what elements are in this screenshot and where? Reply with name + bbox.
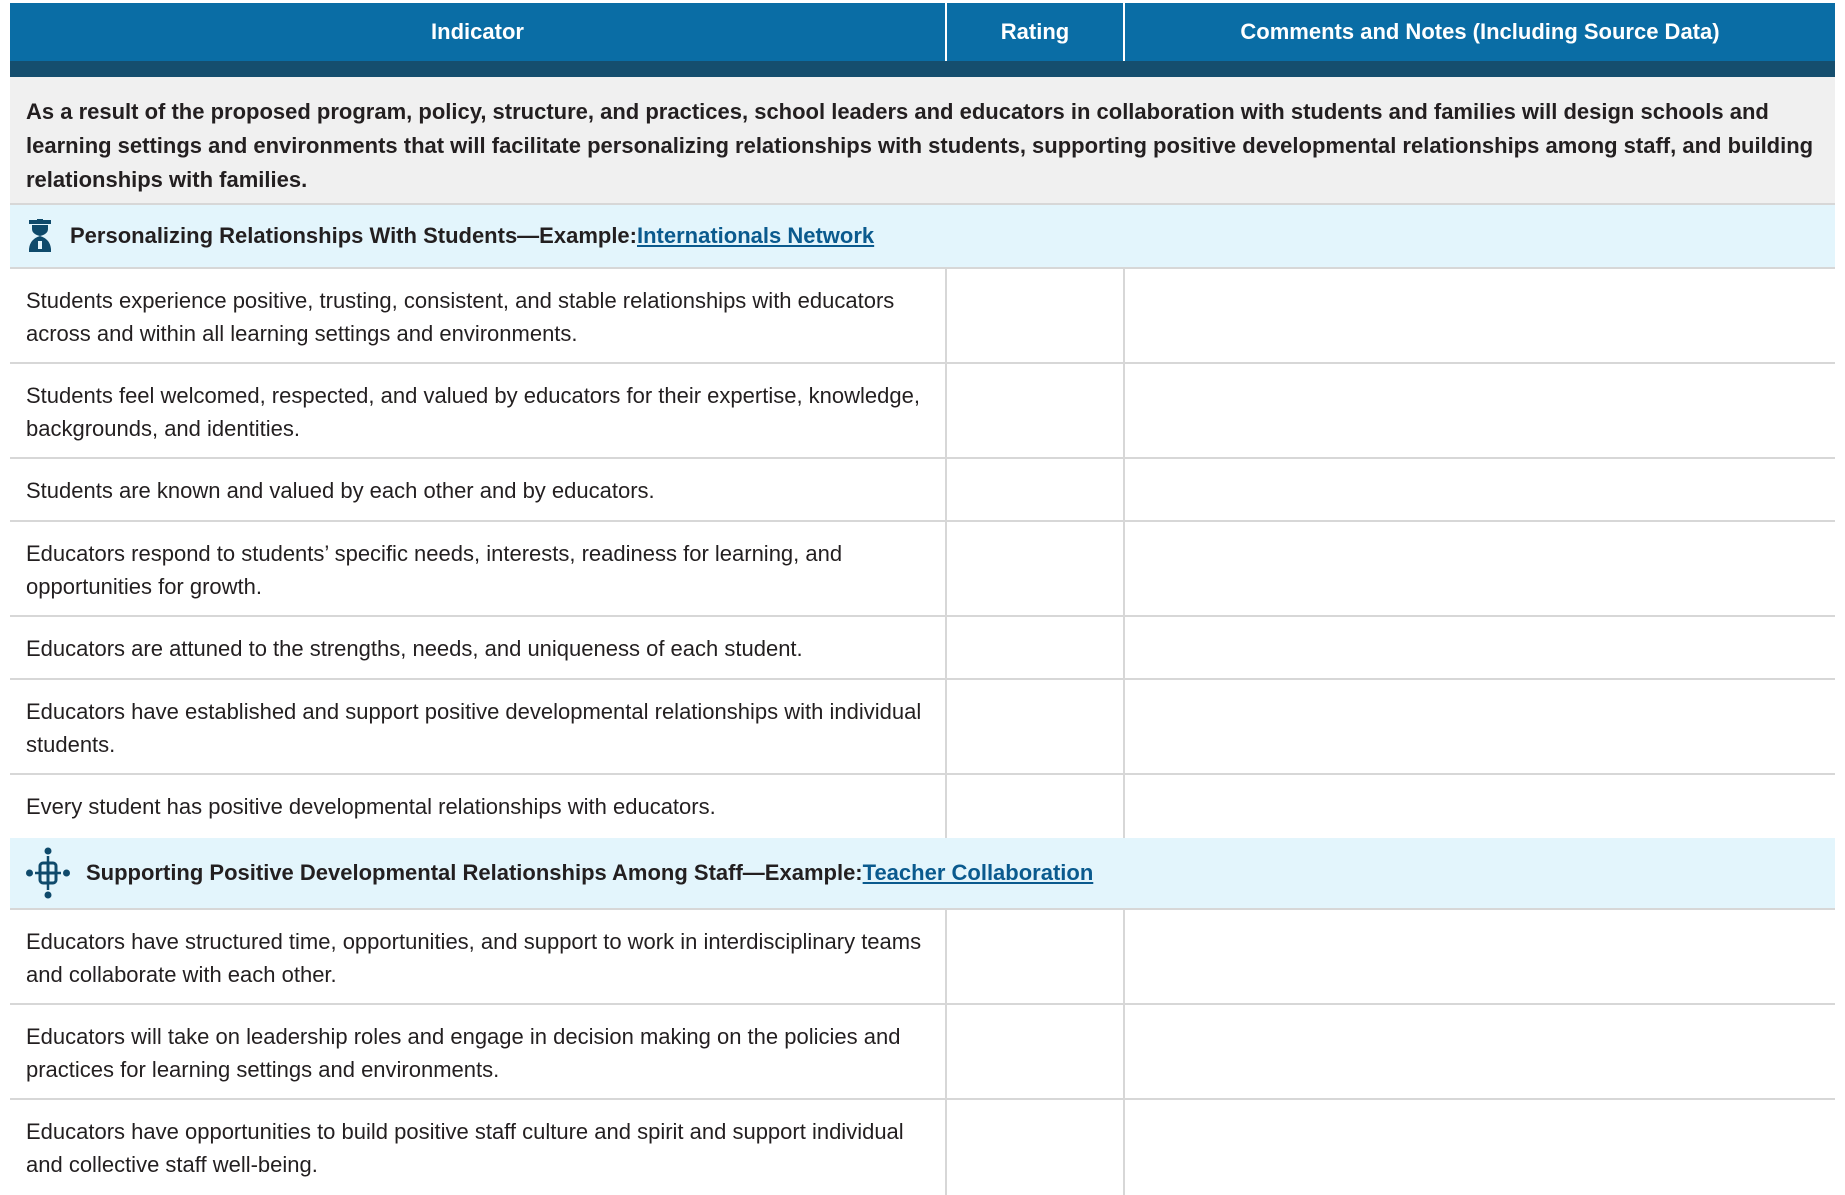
indicator-text: Students experience positive, trusting, … [10, 269, 947, 362]
table-row: Educators are attuned to the strengths, … [10, 617, 1835, 680]
indicator-text: Students feel welcomed, respected, and v… [10, 364, 947, 457]
comments-cell[interactable] [1125, 1005, 1835, 1098]
indicator-text: Educators respond to students’ specific … [10, 522, 947, 615]
header-rating: Rating [947, 3, 1125, 61]
indicator-text: Educators will take on leadership roles … [10, 1005, 947, 1098]
indicator-text: Educators have structured time, opportun… [10, 910, 947, 1003]
rating-cell[interactable] [947, 775, 1125, 838]
indicator-table: Indicator Rating Comments and Notes (Inc… [10, 3, 1835, 1195]
internationals-network-link[interactable]: Internationals Network [637, 223, 874, 249]
teacher-collaboration-link[interactable]: Teacher Collaboration [863, 860, 1094, 886]
rating-cell[interactable] [947, 1005, 1125, 1098]
table-row: Every student has positive developmental… [10, 775, 1835, 838]
rating-cell[interactable] [947, 269, 1125, 362]
section-title: Supporting Positive Developmental Relati… [86, 860, 863, 885]
comments-cell[interactable] [1125, 680, 1835, 773]
comments-cell[interactable] [1125, 1100, 1835, 1195]
indicator-text: Students are known and valued by each ot… [10, 459, 947, 520]
rating-cell[interactable] [947, 459, 1125, 520]
section-staff-relationships: Supporting Positive Developmental Relati… [10, 838, 1835, 910]
rating-cell[interactable] [947, 680, 1125, 773]
collaboration-icon [26, 847, 70, 899]
rating-cell[interactable] [947, 522, 1125, 615]
comments-cell[interactable] [1125, 459, 1835, 520]
table-header: Indicator Rating Comments and Notes (Inc… [10, 3, 1835, 61]
rating-cell[interactable] [947, 910, 1125, 1003]
header-indicator: Indicator [10, 3, 947, 61]
comments-cell[interactable] [1125, 364, 1835, 457]
graduate-icon [26, 219, 54, 253]
table-row: Students are known and valued by each ot… [10, 459, 1835, 522]
header-comments: Comments and Notes (Including Source Dat… [1240, 19, 1720, 44]
table-row: Educators have opportunities to build po… [10, 1100, 1835, 1195]
table-row: Students feel welcomed, respected, and v… [10, 364, 1835, 459]
indicator-text: Educators have opportunities to build po… [10, 1100, 947, 1195]
comments-cell[interactable] [1125, 617, 1835, 678]
table-row: Educators respond to students’ specific … [10, 522, 1835, 617]
intro-statement: As a result of the proposed program, pol… [10, 77, 1835, 205]
table-row: Educators will take on leadership roles … [10, 1005, 1835, 1100]
comments-cell[interactable] [1125, 522, 1835, 615]
indicator-text: Educators are attuned to the strengths, … [10, 617, 947, 678]
rating-cell[interactable] [947, 364, 1125, 457]
rating-cell[interactable] [947, 617, 1125, 678]
table-row: Students experience positive, trusting, … [10, 269, 1835, 364]
comments-cell[interactable] [1125, 775, 1835, 838]
header-divider-bar [10, 61, 1835, 77]
indicator-text: Educators have established and support p… [10, 680, 947, 773]
indicator-text: Every student has positive developmental… [10, 775, 947, 838]
section-personalizing-relationships: Personalizing Relationships With Student… [10, 205, 1835, 269]
table-row: Educators have structured time, opportun… [10, 910, 1835, 1005]
comments-cell[interactable] [1125, 910, 1835, 1003]
table-row: Educators have established and support p… [10, 680, 1835, 775]
rubric-page: Indicator Rating Comments and Notes (Inc… [0, 0, 1845, 1195]
section-title: Personalizing Relationships With Student… [70, 223, 637, 248]
comments-cell[interactable] [1125, 269, 1835, 362]
rating-cell[interactable] [947, 1100, 1125, 1195]
